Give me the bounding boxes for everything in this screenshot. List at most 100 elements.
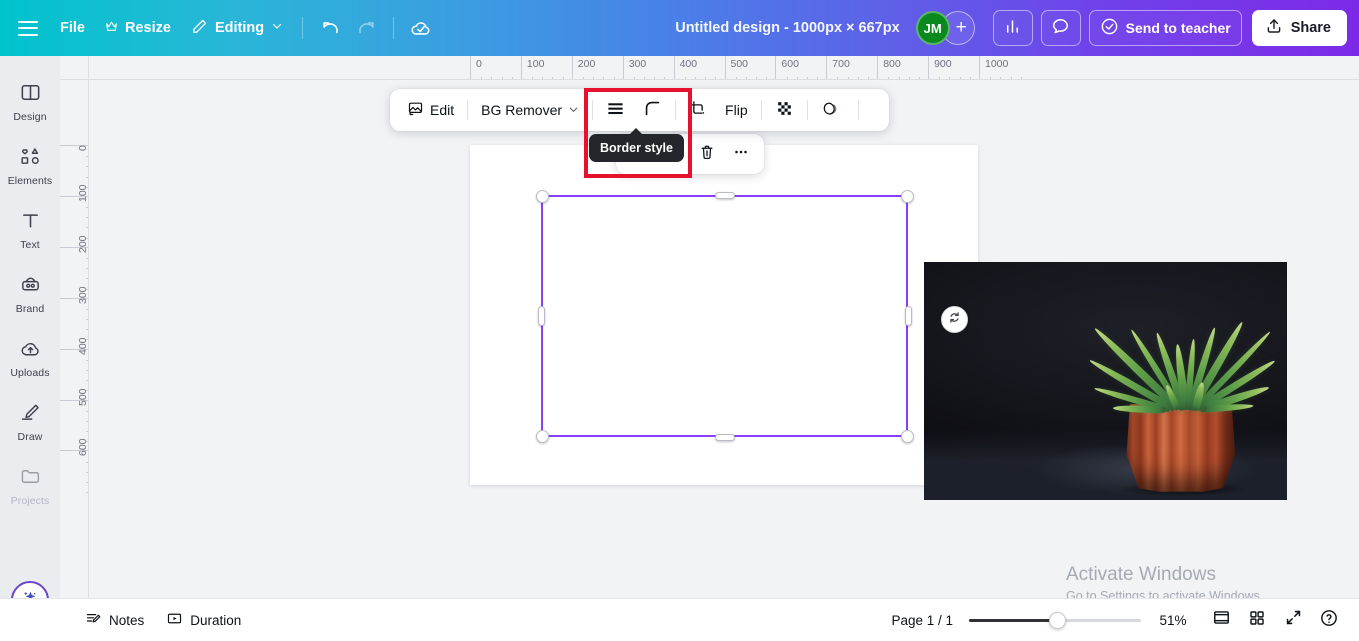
fullscreen-button[interactable]	[1277, 604, 1309, 636]
cloud-upload-icon	[19, 337, 42, 365]
divider	[806, 100, 808, 120]
sidebar-item-design[interactable]: Design	[2, 74, 58, 129]
crop-button[interactable]	[680, 94, 716, 126]
vertical-ruler[interactable]: 0 100 200 300 400 500 600	[60, 80, 89, 598]
sidebar-item-elements[interactable]: Elements	[2, 138, 58, 193]
duration-play-icon	[166, 610, 183, 630]
flip-label: Flip	[725, 102, 748, 118]
selected-image-element[interactable]	[924, 262, 1287, 500]
crown-icon	[105, 20, 118, 37]
comment-icon	[1051, 17, 1070, 39]
zoom-slider[interactable]	[969, 610, 1141, 630]
corner-rounding-button[interactable]	[634, 94, 671, 126]
check-circle-icon	[1100, 17, 1119, 39]
left-sidebar: Design Elements Text Brand Uploads Draw …	[0, 56, 60, 641]
present-icon	[1212, 608, 1231, 632]
border-style-icon	[606, 99, 625, 121]
position-button[interactable]	[863, 94, 881, 126]
send-to-teacher-button[interactable]: Send to teacher	[1088, 10, 1242, 46]
sidebar-item-label: Design	[13, 111, 47, 123]
help-button[interactable]	[1313, 604, 1345, 636]
resize-handle-top[interactable]	[714, 191, 735, 199]
resize-handle-left[interactable]	[537, 306, 545, 326]
top-app-bar: File Resize Editing Untitled design - 10…	[0, 0, 1359, 56]
sidebar-item-text[interactable]: Text	[2, 202, 58, 257]
pen-draw-icon	[19, 401, 42, 429]
crop-icon	[689, 100, 707, 121]
sidebar-item-projects[interactable]: Projects	[2, 458, 58, 513]
comments-button[interactable]	[1040, 10, 1081, 46]
sidebar-item-label: Brand	[15, 303, 45, 315]
transparency-button[interactable]	[766, 94, 803, 126]
sidebar-item-uploads[interactable]: Uploads	[2, 330, 58, 385]
more-dots-icon	[732, 143, 750, 166]
chevron-down-icon	[271, 20, 283, 36]
ruler-tick-h: 1000	[979, 56, 1022, 79]
ruler-tick-h: 500	[724, 56, 768, 79]
divider	[302, 17, 304, 39]
chevron-down-icon	[568, 102, 579, 118]
resize-handle-right[interactable]	[904, 306, 912, 326]
resize-handle-bottom[interactable]	[714, 433, 735, 441]
avatar[interactable]: JM	[915, 11, 950, 45]
present-button[interactable]	[1205, 604, 1237, 636]
divider	[675, 100, 677, 120]
divider	[393, 17, 395, 39]
duration-button[interactable]: Duration	[157, 605, 250, 635]
notes-label: Notes	[109, 612, 145, 628]
resize-handle-bottom-right[interactable]	[900, 429, 914, 443]
divider	[760, 100, 762, 120]
animate-button[interactable]	[812, 94, 854, 126]
ruler-corner	[60, 56, 89, 80]
grid-view-icon	[1248, 609, 1266, 632]
hamburger-menu-icon[interactable]	[0, 13, 50, 44]
more-options-button[interactable]	[724, 138, 758, 170]
resize-handle-top-right[interactable]	[900, 189, 914, 203]
resize-handle-top-left[interactable]	[535, 189, 549, 203]
edit-image-button[interactable]: Edit	[398, 94, 463, 126]
page-indicator: Page 1 / 1	[891, 612, 953, 628]
insights-button[interactable]	[992, 10, 1033, 46]
ruler-tick-h: 300	[622, 56, 666, 79]
send-to-teacher-label: Send to teacher	[1125, 20, 1231, 36]
zoom-slider-knob[interactable]	[1049, 611, 1066, 629]
undo-icon[interactable]	[312, 10, 348, 46]
bg-remover-button[interactable]: BG Remover	[472, 94, 588, 126]
editing-label: Editing	[214, 20, 265, 36]
help-circle-icon	[1319, 608, 1339, 633]
canva-editor-window: File Resize Editing Untitled design - 10…	[0, 0, 1359, 641]
bar-chart-icon	[1003, 17, 1022, 39]
file-menu-button[interactable]: File	[50, 13, 95, 43]
shapes-icon	[19, 145, 42, 173]
ruler-tick-h: 900	[928, 56, 971, 79]
bottom-bar: Notes Duration Page 1 / 1 51%	[0, 598, 1359, 641]
cloud-saved-icon[interactable]	[403, 10, 439, 46]
ruler-tick-h: 600	[775, 56, 819, 79]
folder-icon	[19, 465, 42, 493]
document-title[interactable]: Untitled design - 1000px × 667px	[663, 14, 911, 42]
editing-mode-button[interactable]: Editing	[181, 11, 293, 46]
bg-remover-label: BG Remover	[481, 102, 563, 118]
sidebar-item-label: Elements	[7, 175, 53, 187]
grid-view-button[interactable]	[1241, 604, 1273, 636]
sidebar-item-label: Draw	[17, 431, 43, 443]
notes-button[interactable]: Notes	[76, 605, 153, 635]
redo-icon[interactable]	[348, 10, 384, 46]
ruler-tick-h: 200	[571, 56, 615, 79]
flip-button[interactable]: Flip	[716, 94, 757, 126]
share-button[interactable]: Share	[1251, 10, 1347, 46]
sidebar-item-draw[interactable]: Draw	[2, 394, 58, 449]
brand-icon	[19, 273, 42, 301]
duration-label: Duration	[190, 612, 242, 628]
sidebar-item-brand[interactable]: Brand	[2, 266, 58, 321]
border-style-button[interactable]	[597, 94, 634, 126]
succulent-photo	[924, 262, 1287, 500]
horizontal-ruler[interactable]: 0 100 200 300 400 500 600 700 800 900 1000	[89, 56, 1359, 80]
resize-button[interactable]: Resize	[95, 13, 181, 44]
ruler-tick-v: 600	[60, 439, 88, 501]
ruler-tick-h: 0	[470, 56, 513, 79]
delete-button[interactable]	[690, 138, 724, 170]
rotate-handle[interactable]	[941, 306, 968, 333]
resize-handle-bottom-left[interactable]	[535, 429, 549, 443]
zoom-percentage-label: 51%	[1159, 612, 1187, 628]
